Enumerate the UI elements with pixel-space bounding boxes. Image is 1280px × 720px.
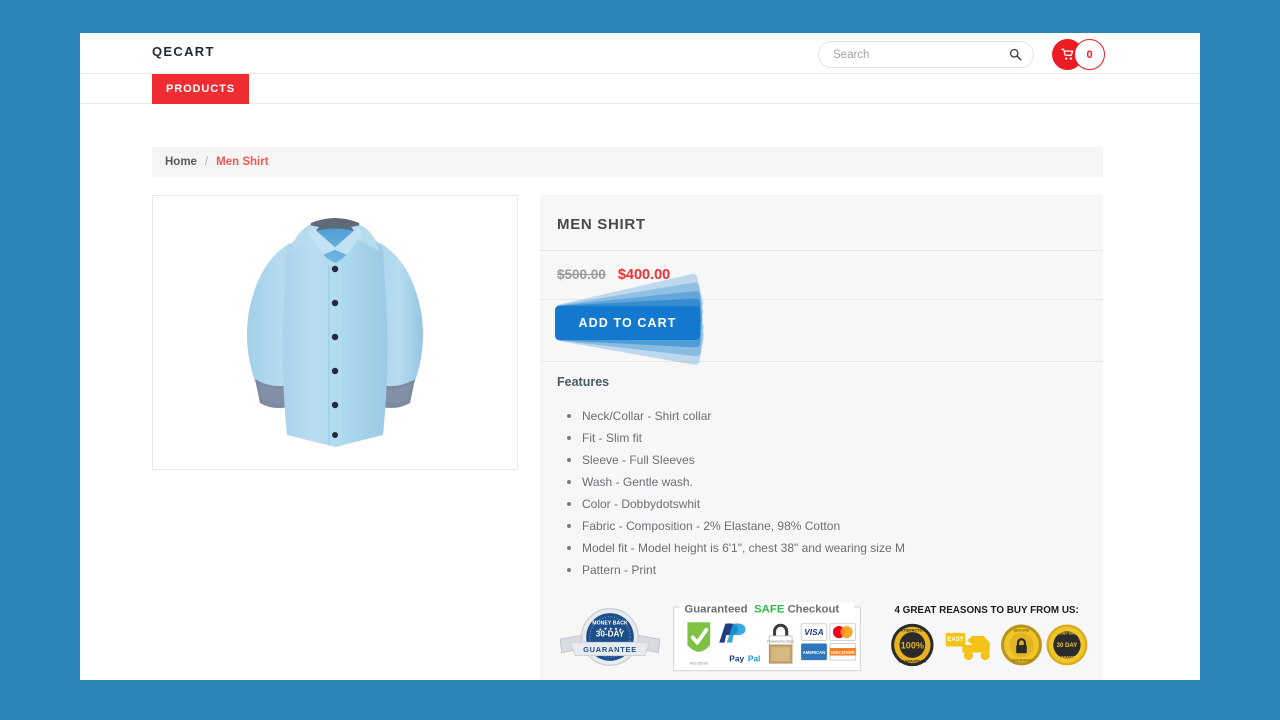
breadcrumb-home[interactable]: Home: [165, 156, 197, 168]
svg-text:4 GREAT REASONS TO BUY FROM US: 4 GREAT REASONS TO BUY FROM US:: [894, 605, 1078, 616]
svg-text:AMERICAN: AMERICAN: [803, 650, 825, 655]
main-navbar: PRODUCTS: [80, 74, 1200, 104]
list-item: Neck/Collar - Shirt collar: [567, 405, 1103, 427]
search-icon[interactable]: [1009, 48, 1022, 61]
add-to-cart-row: ADD TO CART: [540, 272, 1103, 366]
svg-text:30 DAY: 30 DAY: [1057, 643, 1078, 649]
product-image-card[interactable]: [152, 195, 518, 470]
nav-item-products[interactable]: PRODUCTS: [152, 74, 249, 104]
guaranteed-safe-checkout-badge-icon: Guaranteed SAFE Checkout AES-256-bit Pay…: [673, 602, 861, 672]
breadcrumb-current: Men Shirt: [216, 156, 269, 168]
svg-text:GUARANTEE: GUARANTEE: [583, 645, 637, 654]
desktop-background: QECART 0: [0, 0, 1280, 720]
svg-text:SATISFACTION: SATISFACTION: [898, 627, 927, 632]
four-reasons-to-buy-badge-icon: 4 GREAT REASONS TO BUY FROM US: 100% SAT…: [891, 605, 1088, 667]
cart-widget[interactable]: 0: [1052, 39, 1114, 70]
cart-count-badge[interactable]: 0: [1074, 39, 1105, 70]
svg-text:VISA: VISA: [804, 627, 823, 637]
svg-text:DISCOVER: DISCOVER: [831, 650, 855, 655]
list-item: Wash - Gentle wash.: [567, 471, 1103, 493]
features-section: Features Neck/Collar - Shirt collar Fit …: [540, 362, 1103, 595]
browser-page: QECART 0: [80, 33, 1200, 680]
svg-text:GUARANTEED: GUARANTEED: [898, 658, 926, 663]
product-title: MEN SHIRT: [557, 216, 646, 233]
search-input[interactable]: [833, 42, 993, 67]
search-box[interactable]: [818, 41, 1034, 68]
svg-text:GUARANTEE: GUARANTEE: [1057, 656, 1077, 660]
list-item: Fabric - Composition - 2% Elastane, 98% …: [567, 515, 1103, 537]
add-to-cart-button[interactable]: ADD TO CART: [555, 306, 700, 340]
svg-text:SAFE: SAFE: [754, 603, 785, 615]
product-title-row: MEN SHIRT: [540, 195, 1103, 251]
list-item: Model fit - Model height is 6'1", chest …: [567, 537, 1103, 559]
brand-logo[interactable]: QECART: [152, 44, 215, 59]
svg-text:100%: 100%: [901, 641, 924, 651]
list-item: Color - Dobbydotswhit: [567, 493, 1103, 515]
svg-text:Guaranteed: Guaranteed: [684, 603, 747, 615]
svg-text:MONEY BACK: MONEY BACK: [592, 620, 628, 626]
svg-text:SECURE: SECURE: [1014, 628, 1030, 632]
svg-text:EASY: EASY: [947, 637, 963, 643]
money-back-guarantee-badge-icon: MONEY BACK 30-DAY GUARANTEE: [559, 608, 661, 666]
trust-badges-row: MONEY BACK 30-DAY GUARANTEE Guaranteed S…: [540, 595, 1103, 679]
svg-text:Powered by stripe: Powered by stripe: [767, 640, 794, 644]
svg-text:Checkout: Checkout: [787, 603, 839, 615]
svg-text:30-DAY: 30-DAY: [596, 629, 625, 638]
breadcrumb: Home / Men Shirt: [152, 147, 1103, 177]
svg-text:AES-256-bit: AES-256-bit: [690, 662, 708, 666]
svg-text:Pay: Pay: [729, 654, 744, 664]
product-image-shirt: [247, 217, 423, 447]
product-info-panel: MEN SHIRT $500.00 $400.00 ADD TO CART Fe…: [540, 195, 1103, 680]
list-item: Sleeve - Full Sleeves: [567, 449, 1103, 471]
features-list: Neck/Collar - Shirt collar Fit - Slim fi…: [540, 395, 1103, 595]
add-to-cart-motion-trail: ADD TO CART: [555, 272, 765, 368]
breadcrumb-separator: /: [204, 156, 209, 168]
svg-text:ORDERING: ORDERING: [1011, 659, 1031, 663]
list-item: Pattern - Print: [567, 559, 1103, 581]
svg-text:Pal: Pal: [748, 654, 761, 664]
site-header: QECART 0: [80, 33, 1200, 74]
list-item: Fit - Slim fit: [567, 427, 1103, 449]
svg-text:MONEY BACK: MONEY BACK: [1056, 631, 1078, 635]
